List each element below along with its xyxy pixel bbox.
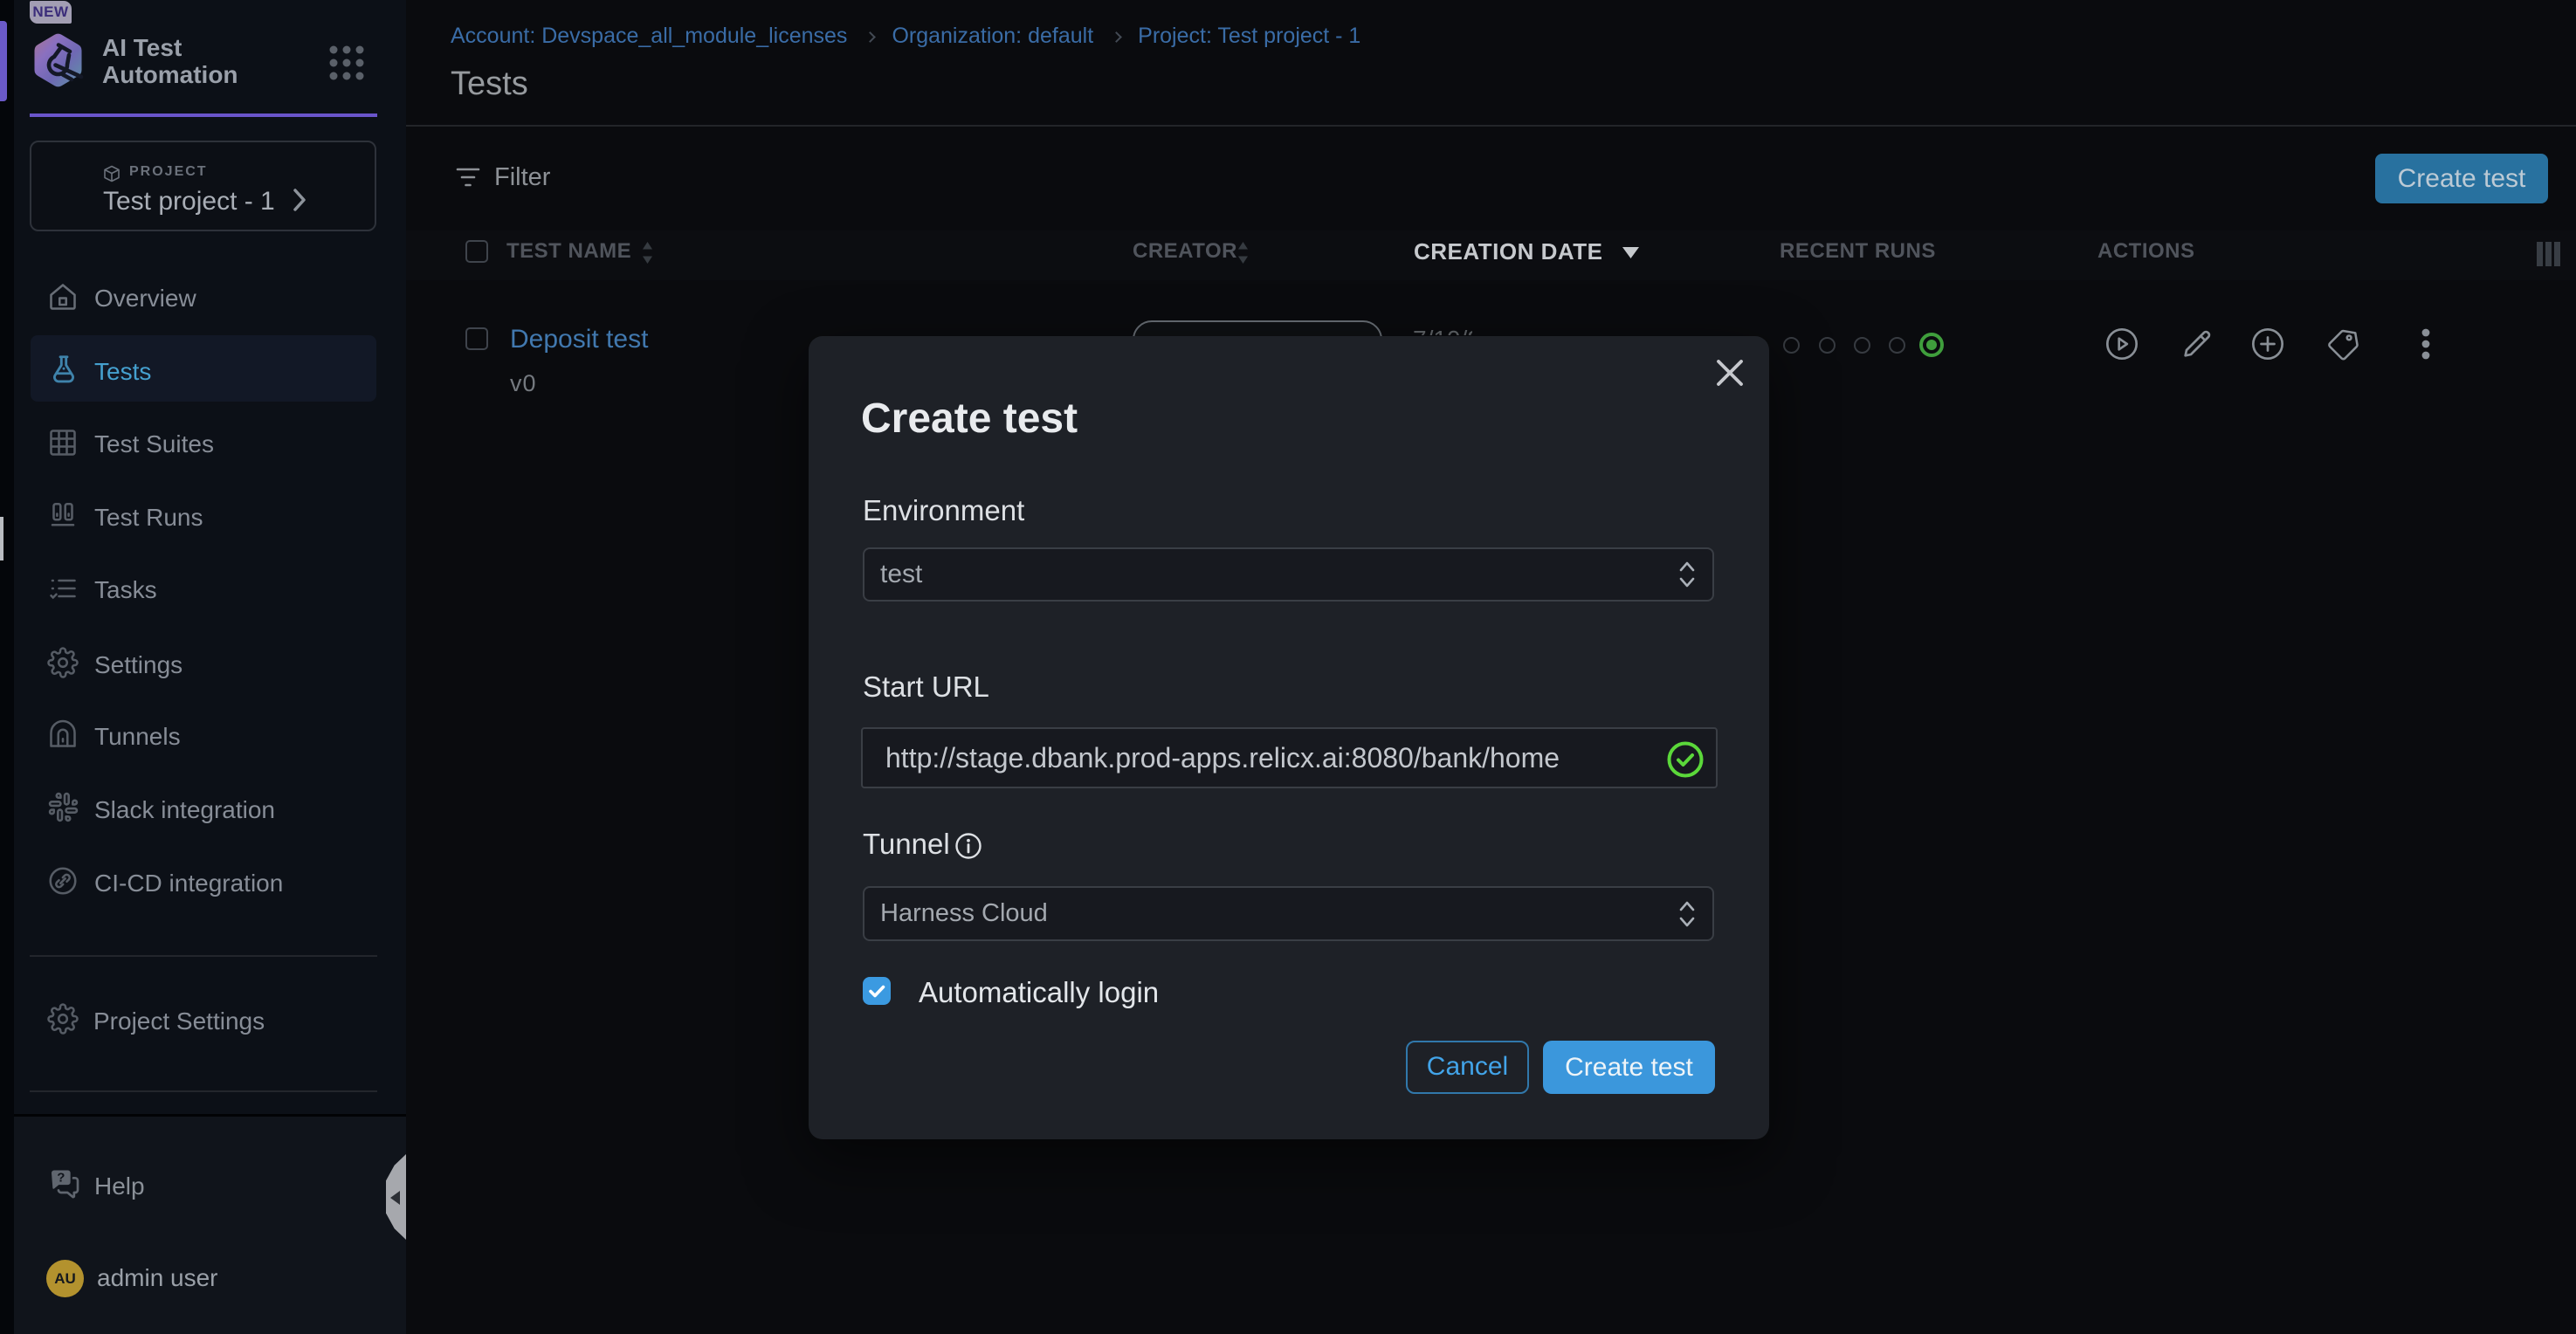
svg-text:?: ? [57,1171,65,1186]
